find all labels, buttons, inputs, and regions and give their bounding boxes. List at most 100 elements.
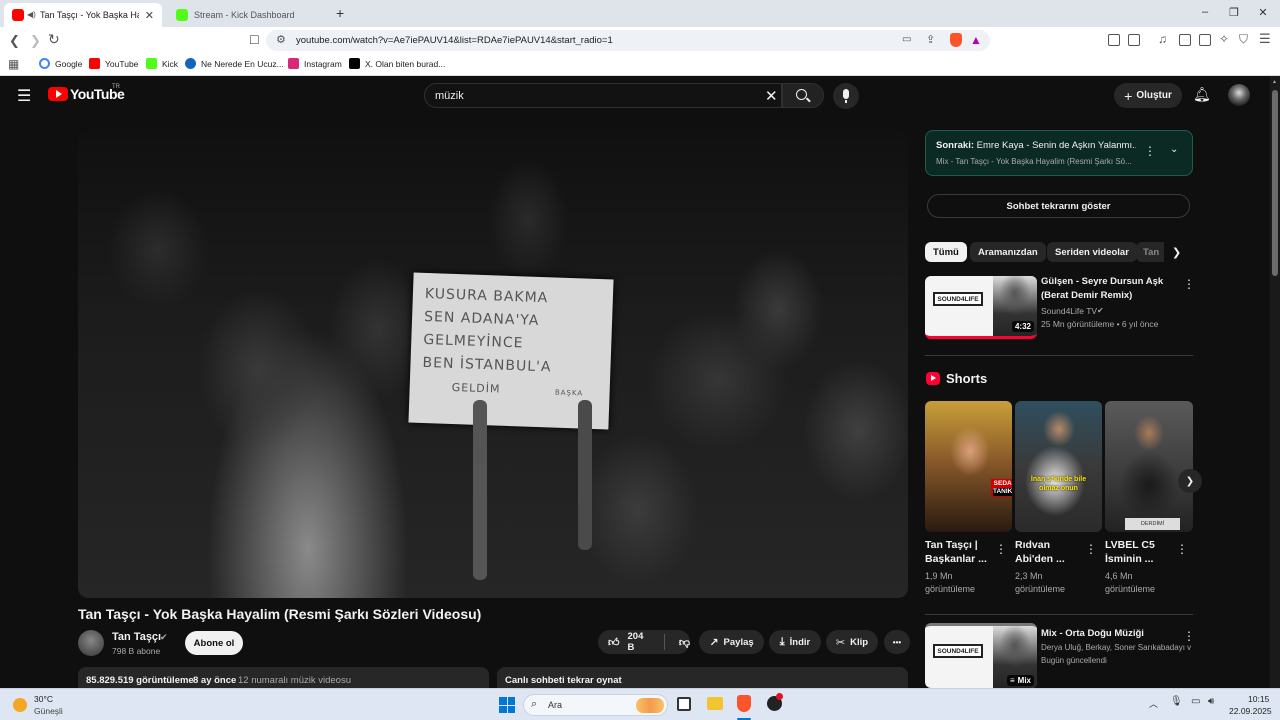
video-player[interactable]: KUSURA BAKMA SEN ADANA'YA GELMEYİNCE BEN…	[78, 130, 908, 598]
clock-time[interactable]: 10:15	[1248, 694, 1269, 704]
chevron-up-icon[interactable]: ︿	[1149, 697, 1158, 710]
bookmark-kick[interactable]: Kick	[146, 58, 178, 69]
weather-temp[interactable]: 30°C	[34, 694, 53, 704]
more-actions-button[interactable]: •••	[884, 630, 910, 654]
clear-search-icon[interactable]: ✕	[765, 87, 778, 105]
chevron-down-icon[interactable]: ⌄	[1170, 144, 1178, 155]
kebab-menu-icon[interactable]: ⋮	[1183, 277, 1195, 291]
chip-all[interactable]: Tümü	[925, 242, 967, 262]
file-explorer-icon[interactable]	[707, 697, 723, 710]
bookmark-nenerede[interactable]: Ne Nerede En Ucuz...	[185, 58, 284, 69]
back-icon[interactable]: ❮	[9, 33, 20, 49]
avatar[interactable]	[1228, 84, 1250, 106]
short-title-line1[interactable]: Rıdvan	[1015, 539, 1050, 551]
short-title-line1[interactable]: LVBEL C5	[1105, 539, 1155, 551]
show-chat-replay-button[interactable]: Sohbet tekrarını göster	[927, 194, 1190, 218]
subscribe-button[interactable]: Abone ol	[185, 631, 243, 655]
close-window-button[interactable]: ✕	[1253, 6, 1273, 19]
sidebar-icon[interactable]	[1179, 34, 1191, 46]
wallet-icon[interactable]	[1199, 34, 1211, 46]
new-tab-button[interactable]: +	[336, 5, 344, 21]
page-scrollbar[interactable]: ▲	[1270, 76, 1280, 688]
task-view-icon[interactable]	[677, 697, 691, 711]
scrollbar-thumb[interactable]	[1272, 90, 1278, 276]
sun-weather-icon[interactable]	[13, 698, 27, 712]
chevron-right-icon[interactable]: ❯	[1172, 246, 1181, 259]
leo-ai-icon[interactable]: ✧	[1219, 32, 1229, 46]
voice-search-button[interactable]	[833, 83, 859, 109]
kebab-menu-icon[interactable]: ⋮	[1085, 542, 1097, 556]
music-icon[interactable]: ♫	[1158, 32, 1167, 46]
windows-start-icon[interactable]	[499, 697, 515, 713]
brave-shield-icon[interactable]	[950, 33, 962, 47]
mic-icon[interactable]: 🎙︎	[1170, 696, 1183, 707]
search-input[interactable]: müzik	[435, 90, 464, 102]
clock-date[interactable]: 22.09.2025	[1229, 706, 1272, 716]
app-icon[interactable]	[767, 693, 783, 711]
kebab-menu-icon[interactable]: ⋮	[1144, 144, 1156, 158]
kebab-menu-icon[interactable]: ⋮	[1183, 629, 1195, 643]
clip-button[interactable]: ✂ Klip	[826, 630, 878, 654]
extensions-icon[interactable]	[1108, 34, 1120, 46]
bookmark-youtube[interactable]: YouTube	[89, 58, 138, 69]
minimize-button[interactable]: –	[1195, 6, 1215, 18]
rec-channel[interactable]: Sound4Life TV	[1041, 306, 1097, 316]
volume-icon[interactable]: 🔊︎	[1208, 696, 1214, 707]
kebab-menu-icon[interactable]: ⋮	[1176, 542, 1188, 556]
tab-kick[interactable]: Stream - Kick Dashboard	[168, 3, 326, 27]
weather-label[interactable]: Güneşli	[34, 706, 63, 716]
reload-icon[interactable]: ↻	[48, 31, 60, 48]
create-button[interactable]: + Oluştur	[1114, 83, 1182, 108]
short-title-line2[interactable]: İsminin ...	[1105, 553, 1153, 565]
kebab-menu-icon[interactable]: ⋮	[995, 542, 1007, 556]
short-thumbnail[interactable]: SEDA TANIK	[925, 401, 1012, 532]
short-thumbnail[interactable]: İnan s*kinde bile olmaz onun	[1015, 401, 1102, 532]
bookmark-icon[interactable]: ☐	[249, 33, 260, 47]
short-thumbnail[interactable]: DERDİMİ	[1105, 401, 1193, 532]
forward-icon[interactable]: ❯	[30, 33, 41, 49]
youtube-logo-icon[interactable]	[48, 87, 68, 101]
channel-name[interactable]: Tan Taşçı	[112, 631, 161, 643]
music-video-tag[interactable]: 12 numaralı müzik videosu	[238, 675, 351, 686]
cast-icon[interactable]: ▭	[902, 34, 911, 45]
restore-button[interactable]: ❐	[1224, 6, 1244, 19]
display-icon[interactable]: ▭	[1191, 696, 1200, 707]
description-box[interactable]: 85.829.519 görüntüleme 8 ay önce 12 numa…	[78, 667, 489, 688]
reader-icon[interactable]	[1128, 34, 1140, 46]
mix-title[interactable]: Mix - Orta Doğu Müziği	[1041, 628, 1144, 639]
chip-series-videos[interactable]: Seriden videolar	[1047, 242, 1137, 262]
url-bar[interactable]: ⚙ youtube.com/watch?v=Ae7iePAUV14&list=R…	[266, 30, 990, 51]
up-next-card[interactable]: Sonraki: Emre Kaya - Senin de Aşkın Yala…	[925, 130, 1193, 176]
site-settings-icon[interactable]: ⚙	[276, 33, 286, 46]
rec-thumbnail[interactable]: SOUND4LIFE 4:32	[925, 276, 1037, 339]
notifications-bell-icon[interactable]: 🔔︎	[1193, 86, 1211, 103]
apps-grid-icon[interactable]: ▦	[8, 57, 19, 71]
share-page-icon[interactable]: ⇪	[926, 33, 935, 46]
bookmark-google[interactable]: Google	[39, 58, 82, 69]
vpn-shield-icon[interactable]: ⛉	[1239, 32, 1248, 47]
menu-icon[interactable]: ☰	[1259, 31, 1271, 47]
close-tab-icon[interactable]: ✕	[145, 9, 154, 22]
brave-browser-icon[interactable]	[737, 695, 751, 712]
tab-youtube[interactable]: ◀) Tan Taşçı - Yok Başka Hayalim ✕	[4, 3, 162, 27]
like-button[interactable]: 👍︎ 204 B	[608, 631, 650, 653]
chip-from-search[interactable]: Aramanızdan	[970, 242, 1046, 262]
bookmark-x[interactable]: X. Olan biten burad...	[349, 58, 445, 69]
short-title-line2[interactable]: Abi'den ...	[1015, 553, 1065, 565]
search-button[interactable]	[782, 83, 824, 108]
short-title-line1[interactable]: Tan Taşçı |	[925, 539, 978, 551]
share-button[interactable]: ↗ Paylaş	[699, 630, 764, 654]
live-chat-replay-panel[interactable]: Canlı sohbeti tekrar oynat	[497, 667, 908, 688]
search-box[interactable]: müzik ✕	[424, 83, 782, 108]
url-text[interactable]: youtube.com/watch?v=Ae7iePAUV14&list=RDA…	[296, 35, 613, 46]
taskbar-search[interactable]: ⌕ Ara	[523, 694, 668, 716]
dislike-button[interactable]: 👎︎	[679, 636, 690, 649]
rec-title-line1[interactable]: Gülşen - Seyre Dursun Aşk	[1041, 276, 1163, 287]
download-button[interactable]: ⤓ İndir	[769, 630, 821, 654]
shorts-next-button[interactable]: ❯	[1178, 469, 1202, 493]
brave-rewards-icon[interactable]: ▲	[970, 33, 982, 47]
chip-tan[interactable]: Tan	[1136, 242, 1164, 262]
short-title-line2[interactable]: Başkanlar ...	[925, 553, 987, 565]
bookmark-instagram[interactable]: Instagram	[288, 58, 342, 69]
rec-title-line2[interactable]: (Berat Demir Remix)	[1041, 290, 1132, 301]
